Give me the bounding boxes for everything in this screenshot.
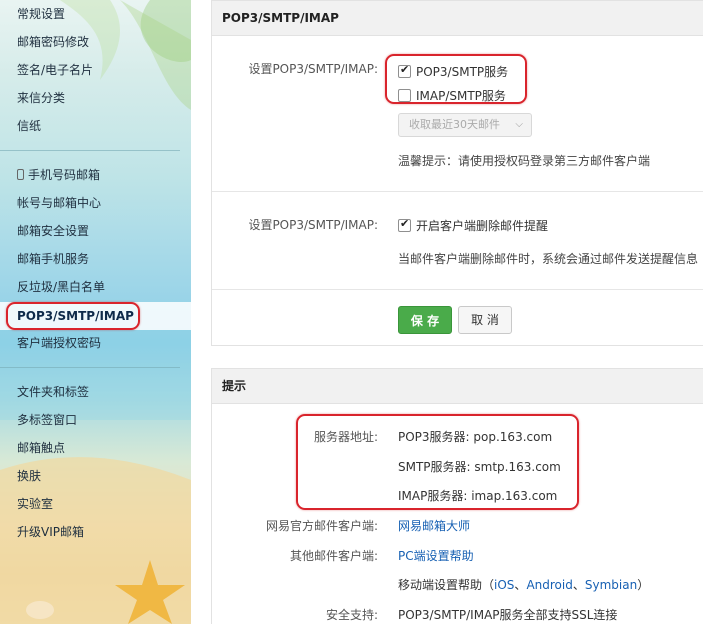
other-client-label: 其他邮件客户端: — [289, 549, 378, 563]
setting-label: 设置POP3/SMTP/IMAP: — [248, 218, 378, 232]
imap-smtp-label: IMAP/SMTP服务 — [416, 89, 506, 103]
sidebar-divider — [0, 367, 180, 368]
sidebar-item-account-center[interactable]: 帐号与邮箱中心 — [17, 191, 101, 215]
pop3-settings-panel: POP3/SMTP/IMAP 设置POP3/SMTP/IMAP: POP3/SM… — [211, 0, 703, 346]
separator: 、 — [572, 578, 585, 592]
sidebar-item-password-change[interactable]: 邮箱密码修改 — [17, 30, 89, 54]
sidebar-item-security-settings[interactable]: 邮箱安全设置 — [17, 219, 89, 243]
sidebar-item-mail-contact[interactable]: 邮箱触点 — [17, 436, 65, 460]
sidebar-item-general-settings[interactable]: 常规设置 — [17, 2, 65, 26]
tips-panel: 提示 服务器地址: POP3服务器: pop.163.com SMTP服务器: … — [211, 368, 703, 624]
symbian-help-link[interactable]: Symbian — [585, 578, 637, 592]
android-help-link[interactable]: Android — [526, 578, 572, 592]
receive-range-select[interactable]: 收取最近30天邮件 ⌵ — [398, 113, 532, 137]
sidebar-item-mail-filter[interactable]: 来信分类 — [17, 86, 65, 110]
security-support-text: POP3/SMTP/IMAP服务全部支持SSL连接 — [398, 608, 618, 622]
sidebar-item-signature[interactable]: 签名/电子名片 — [17, 58, 93, 82]
delete-alert-label: 开启客户端删除邮件提醒 — [416, 219, 549, 233]
ios-help-link[interactable]: iOS — [494, 578, 514, 592]
sidebar-item-pop3-smtp-imap[interactable]: POP3/SMTP/IMAP — [17, 304, 134, 328]
phone-icon — [17, 169, 24, 180]
pop3-server: POP3服务器: pop.163.com — [398, 430, 553, 444]
section-divider — [212, 289, 703, 290]
sidebar-item-upgrade-vip[interactable]: 升级VIP邮箱 — [17, 520, 84, 544]
sidebar-item-folders-tags[interactable]: 文件夹和标签 — [17, 380, 89, 404]
pop3-smtp-label: POP3/SMTP服务 — [416, 65, 509, 79]
official-client-label: 网易官方邮件客户端: — [265, 519, 378, 533]
sidebar-item-multi-tab[interactable]: 多标签窗口 — [17, 408, 77, 432]
cancel-button[interactable]: 取 消 — [458, 306, 512, 334]
smtp-server: SMTP服务器: smtp.163.com — [398, 460, 561, 474]
sidebar-item-spam-blacklist[interactable]: 反垃圾/黑白名单 — [17, 275, 105, 299]
separator: 、 — [514, 578, 527, 592]
sidebar-item-mobile-service[interactable]: 邮箱手机服务 — [17, 247, 89, 271]
imap-server: IMAP服务器: imap.163.com — [398, 489, 558, 503]
sidebar-item-client-auth-code[interactable]: 客户端授权密码 — [17, 331, 101, 355]
settings-sidebar: 常规设置 邮箱密码修改 签名/电子名片 来信分类 信纸 手机号码邮箱 帐号与邮箱… — [0, 0, 191, 624]
sidebar-item-phone-mailbox[interactable]: 手机号码邮箱 — [17, 163, 100, 187]
server-address-label: 服务器地址: — [313, 430, 378, 444]
sidebar-divider — [0, 150, 180, 151]
sidebar-item-stationery[interactable]: 信纸 — [17, 114, 41, 138]
mobile-help-prefix: 移动端设置帮助（ — [398, 578, 495, 592]
panel-title: POP3/SMTP/IMAP — [212, 1, 703, 36]
setting-label: 设置POP3/SMTP/IMAP: — [248, 62, 378, 76]
sidebar-item-skin[interactable]: 换肤 — [17, 464, 41, 488]
chevron-down-icon: ⌵ — [515, 119, 523, 130]
section-divider — [212, 191, 703, 192]
main-content: POP3/SMTP/IMAP 设置POP3/SMTP/IMAP: POP3/SM… — [191, 0, 703, 624]
save-button[interactable]: 保 存 — [398, 306, 452, 334]
mobile-help-suffix: ） — [637, 578, 650, 592]
pc-setup-help-link[interactable]: PC端设置帮助 — [398, 547, 474, 564]
sidebar-item-lab[interactable]: 实验室 — [17, 492, 53, 516]
security-label: 安全支持: — [325, 608, 378, 622]
select-value: 收取最近30天邮件 — [409, 118, 500, 131]
official-client-link[interactable]: 网易邮箱大师 — [398, 517, 470, 534]
panel-title: 提示 — [212, 369, 703, 404]
warm-tip: 温馨提示：请使用授权码登录第三方邮件客户端 — [398, 154, 651, 168]
sidebar-item-label: 手机号码邮箱 — [28, 168, 101, 182]
imap-smtp-checkbox[interactable] — [398, 89, 411, 102]
pop3-smtp-checkbox[interactable] — [398, 63, 411, 78]
mobile-setup-help: 移动端设置帮助（iOS、Android、Symbian） — [398, 576, 649, 593]
delete-alert-checkbox[interactable] — [398, 217, 411, 232]
delete-alert-description: 当邮件客户端删除邮件时，系统会通过邮件发送提醒信息 — [398, 252, 699, 266]
